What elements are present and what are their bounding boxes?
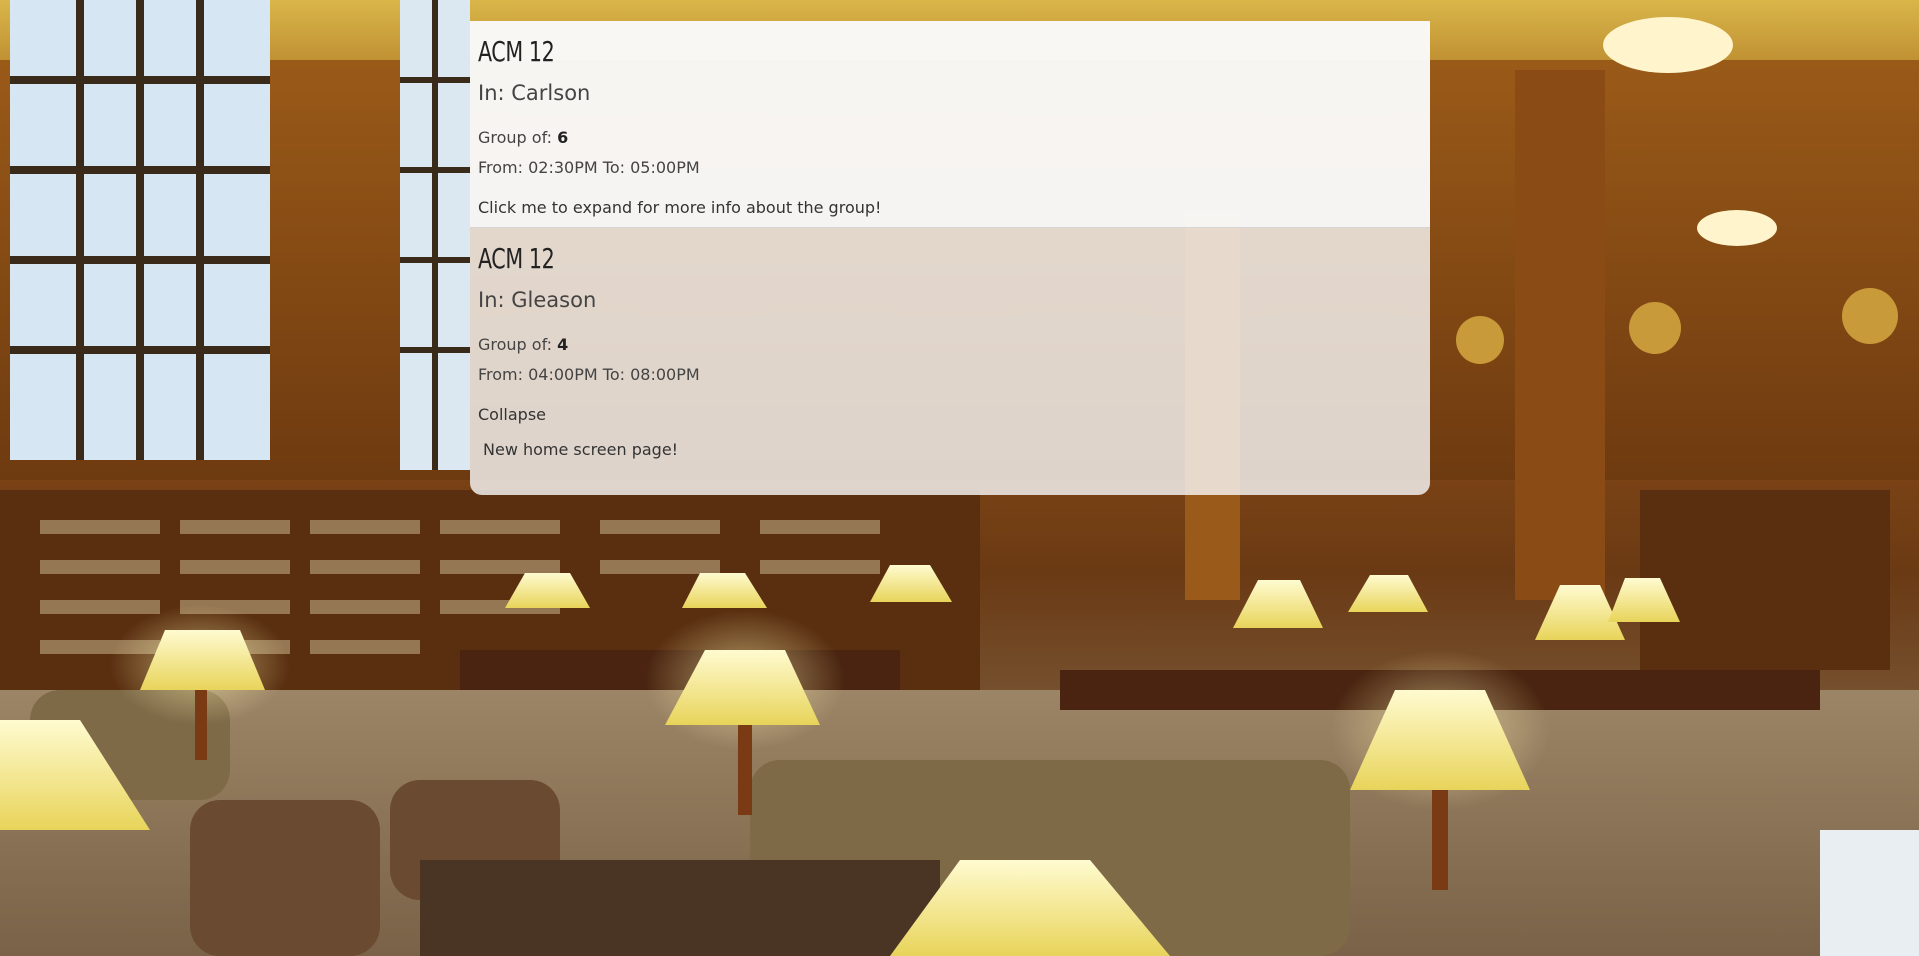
group-size-label: Group of: xyxy=(478,128,558,147)
group-card[interactable]: ACM 12 In: Carlson Group of: 6 From: 02:… xyxy=(470,21,1430,228)
location-label: In: xyxy=(478,81,512,105)
group-size: Group of: 4 xyxy=(478,334,1422,356)
expand-link[interactable]: Click me to expand for more info about t… xyxy=(478,197,1422,219)
location-value: Gleason xyxy=(511,288,597,312)
to-label: To: xyxy=(597,365,631,384)
group-list: ACM 12 In: Carlson Group of: 6 From: 02:… xyxy=(470,21,1430,495)
group-size-value: 4 xyxy=(557,335,569,354)
group-title: ACM 12 xyxy=(478,242,555,275)
location-label: In: xyxy=(478,288,512,312)
from-label: From: xyxy=(478,365,529,384)
location-value: Carlson xyxy=(511,81,591,105)
to-time: 05:00PM xyxy=(630,158,700,177)
from-time: 04:00PM xyxy=(528,365,598,384)
group-info-text: New home screen page! xyxy=(483,440,679,459)
to-label: To: xyxy=(597,158,631,177)
from-label: From: xyxy=(478,158,529,177)
group-size-label: Group of: xyxy=(478,335,558,354)
to-time: 08:00PM xyxy=(630,365,700,384)
group-card-expanded[interactable]: ACM 12 In: Gleason Group of: 4 From: 04:… xyxy=(470,228,1430,495)
group-size: Group of: 6 xyxy=(478,127,1422,149)
group-size-value: 6 xyxy=(557,128,569,147)
group-time: From: 02:30PM To: 05:00PM xyxy=(478,157,1422,179)
collapse-link[interactable]: Collapse xyxy=(478,404,1422,426)
group-time: From: 04:00PM To: 08:00PM xyxy=(478,364,1422,386)
group-location: In: Gleason xyxy=(478,286,1422,314)
group-title: ACM 12 xyxy=(478,35,555,68)
group-location: In: Carlson xyxy=(478,79,1422,107)
from-time: 02:30PM xyxy=(528,158,598,177)
